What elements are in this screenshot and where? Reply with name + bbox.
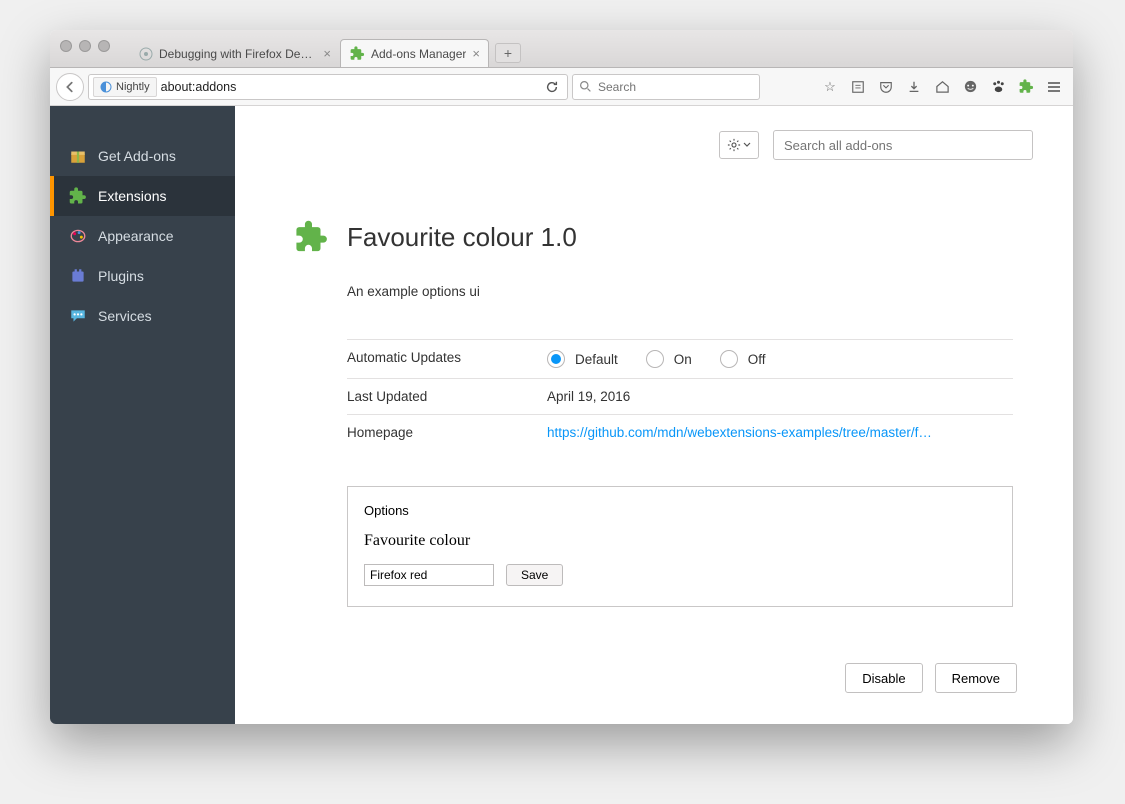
sidebar-item-label: Appearance xyxy=(98,228,174,244)
search-input[interactable] xyxy=(598,80,753,94)
brush-icon xyxy=(68,226,88,246)
reload-icon[interactable] xyxy=(541,80,563,94)
save-button[interactable]: Save xyxy=(506,564,563,586)
sidebar-item-appearance[interactable]: Appearance xyxy=(50,216,235,256)
tab-label: Add-ons Manager xyxy=(371,47,466,61)
row-last-updated: Last Updated April 19, 2016 xyxy=(347,379,1013,415)
radio-icon xyxy=(646,350,664,368)
titlebar: Debugging with Firefox Develop… × Add-on… xyxy=(50,30,1073,68)
paw-icon[interactable] xyxy=(989,78,1007,96)
radio-off[interactable]: Off xyxy=(720,350,766,368)
browser-window: Debugging with Firefox Develop… × Add-on… xyxy=(50,30,1073,724)
reader-icon[interactable] xyxy=(849,78,867,96)
content-area: Get Add-ons Extensions Appearance Plugin… xyxy=(50,106,1073,724)
url-input[interactable] xyxy=(161,80,537,94)
addon-title-row: Favourite colour 1.0 xyxy=(295,220,1013,254)
sidebar-item-get-addons[interactable]: Get Add-ons xyxy=(50,136,235,176)
tab-close-icon[interactable]: × xyxy=(472,46,480,61)
radio-icon xyxy=(547,350,565,368)
tab-label: Debugging with Firefox Develop… xyxy=(159,47,317,61)
chevron-down-icon xyxy=(743,141,751,149)
addons-icon[interactable] xyxy=(1017,78,1035,96)
addon-detail-panel: Favourite colour 1.0 An example options … xyxy=(235,106,1073,724)
tab-close-icon[interactable]: × xyxy=(323,46,331,61)
gift-icon xyxy=(68,146,88,166)
back-button[interactable] xyxy=(56,73,84,101)
url-bar[interactable]: Nightly xyxy=(88,74,568,100)
home-icon[interactable] xyxy=(933,78,951,96)
addons-sidebar: Get Add-ons Extensions Appearance Plugin… xyxy=(50,106,235,724)
addon-actions: Disable Remove xyxy=(235,627,1073,713)
tools-menu-button[interactable] xyxy=(719,131,759,159)
addon-info-table: Automatic Updates Default On Off Last Up… xyxy=(347,339,1013,450)
addon-list-header xyxy=(235,106,1073,170)
window-controls xyxy=(60,40,110,52)
sidebar-item-services[interactable]: Services xyxy=(50,296,235,336)
option-field-label: Favourite colour xyxy=(364,532,996,550)
radio-default[interactable]: Default xyxy=(547,350,618,368)
window-zoom-button[interactable] xyxy=(98,40,110,52)
row-value: April 19, 2016 xyxy=(547,389,1013,404)
gear-icon xyxy=(727,138,741,152)
row-label: Automatic Updates xyxy=(347,350,547,368)
hamburger-menu-icon[interactable] xyxy=(1045,78,1063,96)
pocket-icon[interactable] xyxy=(877,78,895,96)
options-panel: Options Favourite colour Save xyxy=(347,486,1013,607)
row-homepage: Homepage https://github.com/mdn/webexten… xyxy=(347,415,1013,450)
search-bar[interactable] xyxy=(572,74,760,100)
sidebar-item-label: Extensions xyxy=(98,188,166,204)
remove-button[interactable]: Remove xyxy=(935,663,1017,693)
bookmark-star-icon[interactable]: ☆ xyxy=(821,78,839,96)
radio-on[interactable]: On xyxy=(646,350,692,368)
puzzle-icon xyxy=(349,46,365,62)
chat-icon[interactable] xyxy=(961,78,979,96)
row-label: Homepage xyxy=(347,425,547,440)
radio-icon xyxy=(720,350,738,368)
toolbar-icon-strip: ☆ xyxy=(821,78,1067,96)
tab-inactive[interactable]: Debugging with Firefox Develop… × xyxy=(130,39,340,67)
row-automatic-updates: Automatic Updates Default On Off xyxy=(347,340,1013,379)
sidebar-item-label: Plugins xyxy=(98,268,144,284)
identity-box[interactable]: Nightly xyxy=(93,77,157,97)
search-icon xyxy=(579,80,592,93)
downloads-icon[interactable] xyxy=(905,78,923,96)
sidebar-item-plugins[interactable]: Plugins xyxy=(50,256,235,296)
homepage-link[interactable]: https://github.com/mdn/webextensions-exa… xyxy=(547,425,932,440)
puzzle-icon xyxy=(295,220,329,254)
addon-detail: Favourite colour 1.0 An example options … xyxy=(235,170,1073,627)
chat-bubble-icon xyxy=(68,306,88,326)
row-label: Last Updated xyxy=(347,389,547,404)
sidebar-item-extensions[interactable]: Extensions xyxy=(50,176,235,216)
disable-button[interactable]: Disable xyxy=(845,663,922,693)
options-legend: Options xyxy=(364,503,409,518)
window-minimize-button[interactable] xyxy=(79,40,91,52)
new-tab-button[interactable]: + xyxy=(495,43,521,63)
plugin-icon xyxy=(68,266,88,286)
addon-description: An example options ui xyxy=(347,284,1013,299)
identity-label: Nightly xyxy=(116,81,150,93)
nightly-icon xyxy=(100,81,112,93)
tab-favicon xyxy=(139,46,153,62)
tab-strip: Debugging with Firefox Develop… × Add-on… xyxy=(130,37,521,67)
tab-active[interactable]: Add-ons Manager × xyxy=(340,39,489,67)
addon-search-input[interactable] xyxy=(773,130,1033,160)
sidebar-item-label: Get Add-ons xyxy=(98,148,176,164)
addon-title: Favourite colour 1.0 xyxy=(347,222,577,253)
colour-input[interactable] xyxy=(364,564,494,586)
puzzle-icon xyxy=(68,186,88,206)
navigation-toolbar: Nightly ☆ xyxy=(50,68,1073,106)
window-close-button[interactable] xyxy=(60,40,72,52)
sidebar-item-label: Services xyxy=(98,308,152,324)
